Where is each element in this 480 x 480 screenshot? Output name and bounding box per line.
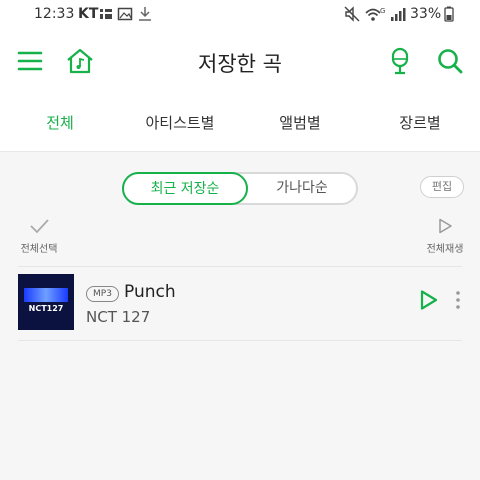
status-bar: 12:33 KT G 33% (0, 0, 480, 30)
sort-recent-button[interactable]: 최근 저장순 (122, 172, 248, 205)
app-header: 저장한 곡 (0, 30, 480, 94)
format-badge: MP3 (86, 286, 119, 302)
voice-search-button[interactable] (384, 45, 416, 77)
svg-text:G: G (380, 7, 385, 15)
play-icon (420, 290, 438, 310)
select-all-label: 전체선택 (20, 244, 58, 255)
status-carrier: KT (78, 6, 99, 22)
track-artist: NCT 127 (86, 308, 151, 326)
saved-songs-content: 최근 저장순 가나다순 편집 전체선택 전체재생 NCT127 MP3 Punc… (0, 152, 480, 480)
wifi-icon: G (365, 7, 385, 21)
play-icon (439, 218, 452, 234)
signal-icon (391, 8, 406, 21)
sort-alphabetical-button[interactable]: 가나다순 (248, 174, 356, 203)
check-icon (30, 219, 49, 234)
gallery-icon (117, 7, 133, 21)
status-time: 12:33 (34, 6, 75, 22)
list-divider-bottom (18, 340, 462, 341)
search-icon (438, 49, 463, 74)
track-row[interactable]: NCT127 MP3 Punch NCT 127 (0, 268, 480, 342)
mute-icon (344, 6, 360, 22)
select-all-button[interactable]: 전체선택 (14, 218, 64, 255)
track-more-button[interactable] (452, 288, 464, 312)
tab-all[interactable]: 전체 (0, 94, 120, 151)
more-vertical-icon (456, 291, 460, 309)
track-play-button[interactable] (416, 288, 440, 312)
play-all-label: 전체재생 (426, 244, 464, 255)
album-art-text: NCT127 (28, 304, 64, 313)
battery-icon (444, 6, 454, 22)
album-art-graphic (24, 288, 68, 302)
search-button[interactable] (434, 45, 466, 77)
sort-toggle: 최근 저장순 가나다순 (122, 172, 358, 205)
play-all-button[interactable]: 전체재생 (418, 218, 472, 255)
track-title: Punch (124, 282, 176, 302)
tab-by-artist[interactable]: 아티스트별 (120, 94, 240, 151)
microphone-icon (391, 47, 409, 75)
download-icon (139, 7, 151, 21)
list-divider-top (18, 266, 462, 267)
notification-icon (100, 9, 112, 19)
tab-by-genre[interactable]: 장르별 (360, 94, 480, 151)
battery-percent: 33% (410, 6, 442, 22)
tab-by-album[interactable]: 앨범별 (240, 94, 360, 151)
tab-bar: 전체 아티스트별 앨범별 장르별 (0, 94, 480, 152)
edit-button[interactable]: 편집 (420, 176, 464, 198)
album-art: NCT127 (18, 274, 74, 330)
